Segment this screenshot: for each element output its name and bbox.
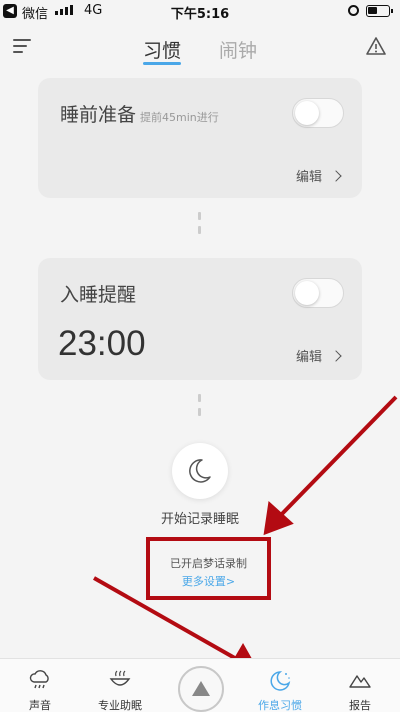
tab-routine-label: 作息习惯 [258,699,302,712]
warning-icon[interactable] [365,36,387,56]
orientation-lock-icon [348,5,359,16]
more-settings-link[interactable]: 更多设置> [150,573,267,589]
sleep-reminder-title: 入睡提醒 [60,284,137,306]
chevron-right-icon [330,350,342,362]
battery-icon [366,5,393,17]
moon-icon [189,459,211,483]
active-tab-indicator [143,62,181,65]
tab-routine[interactable]: 作息习惯 [240,659,320,712]
bedtime-prep-card: 睡前准备 提前45min进行 编辑 [38,78,362,198]
start-sleep-record-label: 开始记录睡眠 [160,512,239,527]
chevron-right-icon [330,170,342,182]
connector-dots [198,212,202,240]
mountain-icon [349,675,371,688]
bowl-icon [109,670,131,686]
bedtime-prep-title-text: 睡前准备 [60,104,137,126]
status-time: 下午5:16 [170,7,230,22]
sleep-reminder-time[interactable]: 23:00 [58,324,146,364]
tab-alarm[interactable]: 闹钟 [219,36,257,63]
dream-record-status: 已开启梦话录制 [170,557,247,570]
arrow-line [276,395,398,520]
edit-label: 编辑 [295,170,322,185]
center-play-button[interactable] [178,666,224,712]
bedtime-prep-title: 睡前准备 提前45min进行 [60,100,219,127]
tab-report-label: 报告 [349,699,371,712]
tab-habit[interactable]: 习惯 [143,36,181,63]
edit-label: 编辑 [295,350,322,365]
tab-report[interactable]: 报告 [320,659,400,712]
menu-icon[interactable] [13,39,33,55]
bedtime-prep-toggle[interactable] [292,98,344,128]
moon-stars-icon [270,671,291,691]
sleep-reminder-card: 入睡提醒 23:00 编辑 [38,258,362,380]
tab-sleep-aid[interactable]: 专业助眠 [80,659,160,712]
start-sleep-record-button[interactable] [172,443,228,499]
bedtime-prep-subtitle: 提前45min进行 [140,111,219,124]
tab-sound[interactable]: 声音 [0,659,80,712]
connector-dots [198,394,202,422]
tab-sleep-aid-label: 专业助眠 [98,699,142,712]
sleep-reminder-toggle[interactable] [292,278,344,308]
triangle-play-icon [192,681,210,696]
bedtime-prep-edit-button[interactable]: 编辑 [295,166,342,185]
tab-sound-label: 声音 [29,699,51,712]
sleep-reminder-edit-button[interactable]: 编辑 [295,346,342,365]
status-bar: ◀ 微信 4G 下午5:16 [0,0,400,22]
cloud-rain-icon [29,670,49,689]
dream-record-annotation-box: 已开启梦话录制 更多设置> [146,537,271,600]
